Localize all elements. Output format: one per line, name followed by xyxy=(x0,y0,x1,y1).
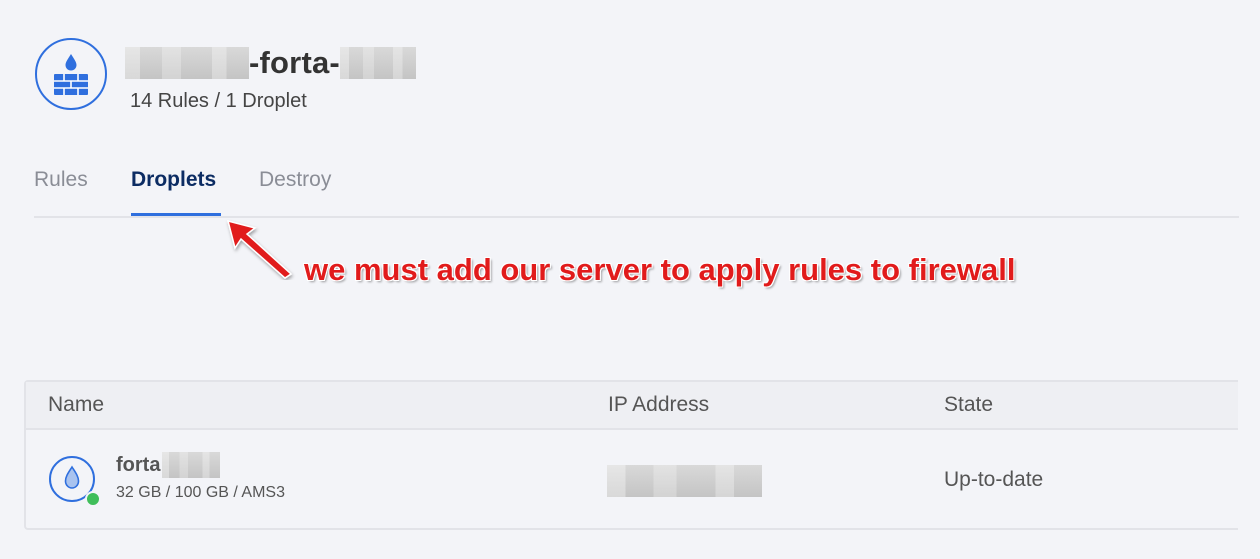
page-title: -forta- xyxy=(125,44,416,82)
page-title-text: -forta- xyxy=(249,45,340,80)
column-header-state: State xyxy=(944,393,994,416)
column-header-name: Name xyxy=(48,393,105,416)
redacted-blur xyxy=(162,452,221,478)
ip-address-redacted xyxy=(607,465,762,497)
status-online-dot xyxy=(85,491,101,507)
redacted-blur xyxy=(339,47,416,79)
droplets-table: Name IP Address State forta 32 GB / 100 … xyxy=(24,380,1238,530)
state-cell: Up-to-date xyxy=(944,468,1044,491)
redacted-blur xyxy=(125,47,249,79)
page-subtitle: 14 Rules / 1 Droplet xyxy=(130,90,307,112)
annotation-text: we must add our server to apply rules to… xyxy=(304,252,1016,287)
tab-droplets[interactable]: Droplets xyxy=(131,166,221,216)
droplet-name[interactable]: forta xyxy=(116,452,221,478)
column-header-ip-address: IP Address xyxy=(608,393,710,416)
tab-destroy[interactable]: Destroy xyxy=(259,166,331,214)
annotation-arrow-icon xyxy=(225,218,297,285)
droplet-meta: 32 GB / 100 GB / AMS3 xyxy=(116,484,285,501)
table-header: Name IP Address State xyxy=(26,382,1238,430)
table-row[interactable]: forta 32 GB / 100 GB / AMS3 Up-to-date xyxy=(26,430,1238,530)
firewall-icon xyxy=(35,38,107,110)
tab-rules[interactable]: Rules xyxy=(34,166,88,214)
tab-bar: Rules Droplets Destroy xyxy=(34,166,1239,218)
droplet-name-text[interactable]: forta xyxy=(116,454,160,477)
